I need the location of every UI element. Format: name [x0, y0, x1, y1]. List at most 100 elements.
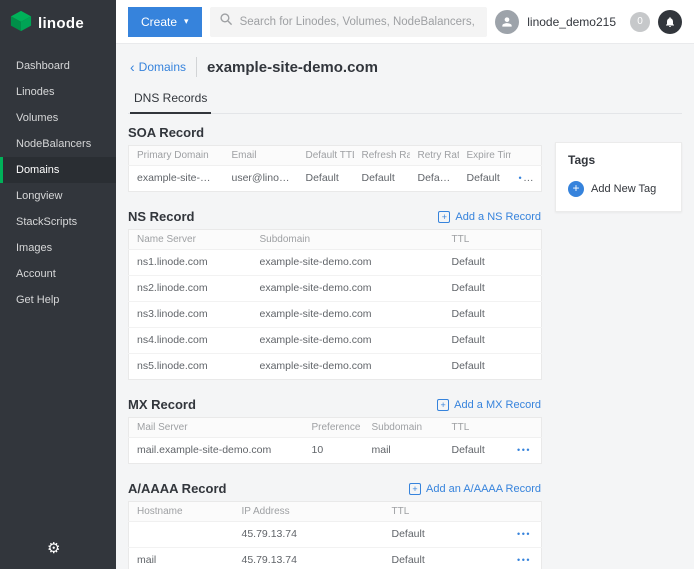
table-cell — [129, 522, 234, 548]
column-header: TTL — [444, 418, 508, 438]
table-cell: Default — [384, 522, 508, 548]
page-title: example-site-demo.com — [207, 59, 378, 76]
avatar[interactable] — [495, 10, 519, 34]
breadcrumb[interactable]: ‹ Domains — [130, 60, 186, 74]
a-aaaa-section-head: A/AAAA Record + Add an A/AAAA Record — [128, 474, 541, 501]
ns-section-head: NS Record + Add a NS Record — [128, 202, 541, 229]
table-cell: ns2.linode.com — [129, 276, 252, 302]
search-input[interactable] — [240, 16, 479, 28]
table-cell: mail.example-site-demo.com — [129, 438, 304, 464]
records-layout: SOA Record Primary DomainEmailDefault TT… — [128, 114, 682, 569]
ns-header-row: Name ServerSubdomainTTL — [129, 230, 542, 250]
sidebar-item-dashboard[interactable]: Dashboard — [0, 53, 116, 79]
table-cell: example-site-demo.com — [252, 250, 444, 276]
table-cell: Default — [354, 166, 410, 192]
notifications-bell-icon[interactable] — [658, 10, 682, 34]
soa-section-head: SOA Record — [128, 118, 541, 145]
column-header: Retry Rate — [410, 146, 459, 166]
table-cell: ns1.linode.com — [129, 250, 252, 276]
ellipsis-icon: ••• — [519, 172, 534, 184]
row-actions-button[interactable]: ••• — [511, 166, 542, 192]
table-cell: Default — [459, 166, 511, 192]
breadcrumb-divider — [196, 57, 197, 77]
add-new-tag-button[interactable]: + Add New Tag — [568, 181, 669, 197]
table-row: ns2.linode.comexample-site-demo.comDefau… — [129, 276, 542, 302]
row-actions-button[interactable]: ••• — [508, 438, 542, 464]
column-header: Hostname — [129, 502, 234, 522]
linode-logo-icon — [10, 10, 32, 37]
table-cell: 45.79.13.74 — [234, 548, 384, 569]
page-header: ‹ Domains example-site-demo.com — [128, 44, 682, 86]
records-column: SOA Record Primary DomainEmailDefault TT… — [128, 118, 541, 569]
topbar: Create ▾ linode_demo215 — [116, 0, 694, 44]
row-actions-button[interactable]: ••• — [508, 522, 542, 548]
table-row: mail.example-site-demo.com10mailDefault•… — [129, 438, 542, 464]
table-cell: 10 — [304, 438, 364, 464]
sidebar-item-domains[interactable]: Domains — [0, 157, 116, 183]
sidebar-item-volumes[interactable]: Volumes — [0, 105, 116, 131]
add-tag-plus-icon: + — [568, 181, 584, 197]
add-new-tag-label: Add New Tag — [591, 183, 656, 195]
ns-record-table: Name ServerSubdomainTTL ns1.linode.comex… — [128, 229, 542, 380]
sidebar-item-images[interactable]: Images — [0, 235, 116, 261]
add-mx-record-button[interactable]: + Add a MX Record — [437, 399, 541, 411]
table-cell: example-site-demo.com — [252, 302, 444, 328]
sidebar-item-stackscripts[interactable]: StackScripts — [0, 209, 116, 235]
add-a-aaaa-record-label: Add an A/AAAA Record — [426, 483, 541, 495]
ellipsis-icon: ••• — [517, 555, 531, 565]
username[interactable]: linode_demo215 — [527, 15, 616, 29]
sidebar-nav: DashboardLinodesVolumesNodeBalancersDoma… — [0, 53, 116, 313]
create-button[interactable]: Create ▾ — [128, 7, 202, 37]
soa-header-row: Primary DomainEmailDefault TTLRefresh Ra… — [129, 146, 542, 166]
column-header: Primary Domain — [129, 146, 224, 166]
table-cell: ns4.linode.com — [129, 328, 252, 354]
table-cell: user@linode.com — [224, 166, 298, 192]
settings-gear-icon[interactable]: ⚙ — [47, 539, 60, 557]
mx-section-title: MX Record — [128, 397, 196, 412]
ns-record-section: NS Record + Add a NS Record Name ServerS… — [128, 202, 541, 380]
add-ns-record-label: Add a NS Record — [455, 211, 541, 223]
sidebar-item-nodebalancers[interactable]: NodeBalancers — [0, 131, 116, 157]
column-header: Subdomain — [364, 418, 444, 438]
a-aaaa-record-table: HostnameIP AddressTTL 45.79.13.74Default… — [128, 501, 542, 569]
ns-section-title: NS Record — [128, 209, 194, 224]
table-row: ns4.linode.comexample-site-demo.comDefau… — [129, 328, 542, 354]
table-row: ns1.linode.comexample-site-demo.comDefau… — [129, 250, 542, 276]
tags-panel: Tags + Add New Tag — [555, 142, 682, 212]
table-cell: Default — [444, 302, 542, 328]
app-window: linode DashboardLinodesVolumesNodeBalanc… — [0, 0, 694, 569]
sidebar-item-linodes[interactable]: Linodes — [0, 79, 116, 105]
table-cell: mail — [129, 548, 234, 569]
column-header: Default TTL — [298, 146, 354, 166]
table-cell: Default — [444, 276, 542, 302]
mx-record-section: MX Record + Add a MX Record Mail ServerP… — [128, 390, 541, 464]
table-cell: Default — [444, 354, 542, 380]
tab-dns-records[interactable]: DNS Records — [130, 86, 211, 114]
table-cell: example-site-demo.com — [252, 328, 444, 354]
add-ns-record-button[interactable]: + Add a NS Record — [438, 211, 541, 223]
ellipsis-icon: ••• — [517, 529, 531, 539]
table-cell: Default — [444, 250, 542, 276]
column-header: Expire Time — [459, 146, 511, 166]
column-header: Name Server — [129, 230, 252, 250]
mx-header-row: Mail ServerPreferenceSubdomainTTL — [129, 418, 542, 438]
linode-logo[interactable]: linode — [0, 0, 116, 53]
actions-column-header — [508, 502, 542, 522]
a-aaaa-header-row: HostnameIP AddressTTL — [129, 502, 542, 522]
column-header: IP Address — [234, 502, 384, 522]
add-a-aaaa-record-button[interactable]: + Add an A/AAAA Record — [409, 483, 541, 495]
sidebar-item-account[interactable]: Account — [0, 261, 116, 287]
actions-column-header — [508, 418, 542, 438]
sidebar-item-longview[interactable]: Longview — [0, 183, 116, 209]
table-cell: Default — [298, 166, 354, 192]
column-header: TTL — [444, 230, 542, 250]
a-aaaa-record-section: A/AAAA Record + Add an A/AAAA Record Hos… — [128, 474, 541, 569]
brand-name: linode — [38, 15, 84, 32]
column-header: Refresh Rate — [354, 146, 410, 166]
breadcrumb-label: Domains — [139, 60, 186, 74]
row-actions-button[interactable]: ••• — [508, 548, 542, 569]
account-area: linode_demo215 0 — [495, 10, 682, 34]
table-row: example-site-demo.comuser@linode.comDefa… — [129, 166, 542, 192]
tab-bar: DNS Records — [128, 86, 682, 114]
sidebar-item-get-help[interactable]: Get Help — [0, 287, 116, 313]
